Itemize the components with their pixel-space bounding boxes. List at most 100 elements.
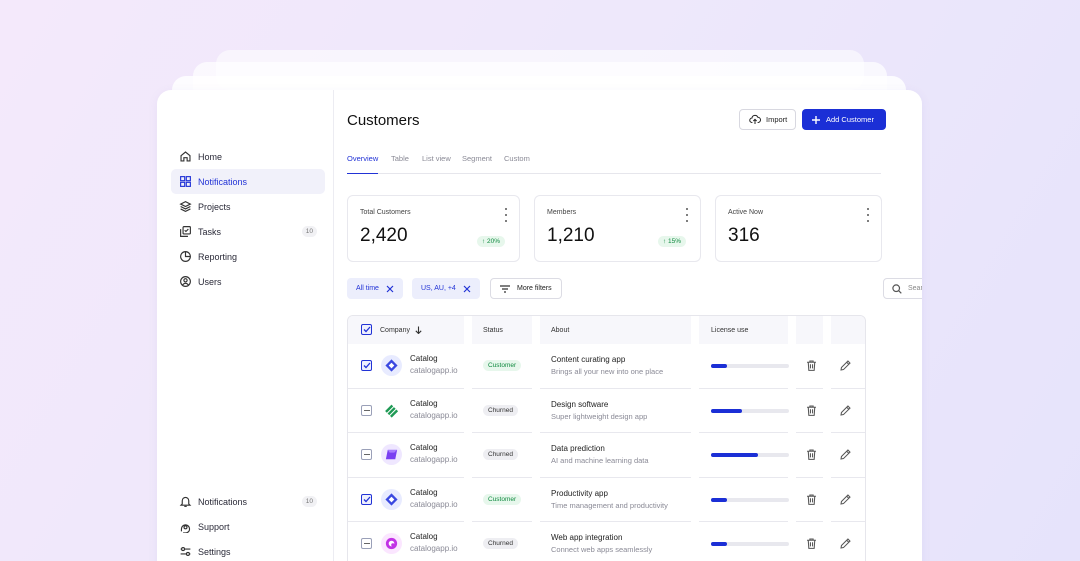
status-badge: Churned [483, 449, 518, 460]
filter-chip-label: US, AU, +4 [421, 285, 456, 292]
edit-pencil-icon[interactable] [839, 448, 853, 462]
more-filters-button[interactable]: More filters [490, 278, 562, 299]
main-content: Customers Import Add Customer Overview T… [347, 90, 922, 561]
import-label: Import [766, 115, 788, 124]
count-badge: 10 [301, 226, 317, 237]
trash-icon[interactable] [805, 404, 819, 418]
more-options-icon[interactable] [685, 208, 689, 222]
stat-label: Total Customers [360, 209, 411, 216]
stat-card-members: Members 1,210 ↑ 15% [534, 195, 701, 262]
sidebar-item-notifications[interactable]: Notifications [171, 169, 325, 194]
stat-label: Active Now [728, 209, 764, 216]
edit-pencil-icon[interactable] [839, 359, 853, 373]
tab-overview[interactable]: Overview [347, 154, 379, 174]
filter-chip-time[interactable]: All time [347, 278, 403, 299]
about-title: Design software [551, 399, 609, 409]
about-title: Content curating app [551, 355, 626, 364]
about-description: Super lightweight design app [551, 411, 648, 421]
company-name: Catalog [410, 443, 438, 452]
page-title: Customers [347, 112, 420, 129]
settings-icon [179, 545, 192, 558]
sidebar-item-settings[interactable]: Settings [171, 539, 325, 561]
about-title: Web app integration [551, 533, 623, 542]
about-description: Brings all your new into one place [551, 367, 664, 376]
stat-value: 1,210 [547, 225, 595, 246]
sidebar-item-label: Notifications [198, 176, 248, 187]
sidebar-item-users[interactable]: Users [171, 269, 325, 294]
stat-value: 2,420 [360, 225, 408, 246]
table-row[interactable]: Catalog catalogapp.io Churned Data predicti… [348, 433, 865, 478]
company-domain: catalogapp.io [410, 544, 458, 553]
stat-card-total-customers: Total Customers 2,420 ↑ 20% [347, 195, 520, 262]
select-all-checkbox[interactable] [361, 324, 372, 335]
search-icon [892, 283, 902, 294]
sidebar-item-notifications-bottom[interactable]: Notifications 10 [171, 489, 325, 514]
license-progress-bar [711, 453, 789, 457]
sidebar-item-reporting[interactable]: Reporting [171, 244, 325, 269]
sidebar-item-tasks[interactable]: Tasks 10 [171, 219, 325, 244]
import-button[interactable]: Import [739, 109, 796, 130]
company-name: Catalog [410, 487, 438, 497]
filter-lines-icon [500, 284, 510, 293]
tab-table[interactable]: Table [391, 154, 409, 174]
edit-pencil-icon[interactable] [839, 493, 853, 507]
arrow-down-icon [415, 326, 422, 334]
row-checkbox[interactable] [361, 404, 372, 416]
close-icon[interactable] [463, 285, 471, 293]
trash-icon[interactable] [805, 493, 819, 507]
trash-icon[interactable] [805, 537, 819, 551]
row-checkbox[interactable] [361, 493, 372, 505]
support-icon [179, 520, 192, 533]
customers-table: Company Status About License use Catalog… [347, 315, 866, 561]
sidebar-item-projects[interactable]: Projects [171, 194, 325, 219]
grid-icon [179, 175, 192, 188]
tab-list-view[interactable]: List view [422, 154, 451, 174]
search-box[interactable] [883, 278, 922, 299]
column-about[interactable]: About [551, 316, 569, 344]
edit-pencil-icon[interactable] [839, 404, 853, 418]
license-progress-bar [711, 497, 789, 502]
company-name: Catalog [410, 398, 438, 408]
pie-chart-icon [179, 250, 192, 263]
user-icon [179, 275, 192, 288]
row-checkbox[interactable] [361, 538, 372, 549]
search-input[interactable] [908, 285, 922, 292]
plus-icon [811, 115, 821, 125]
more-options-icon[interactable] [866, 208, 870, 222]
row-checkbox[interactable] [361, 360, 372, 371]
home-icon [179, 150, 192, 163]
change-badge: ↑ 20% [476, 236, 505, 247]
add-customer-label: Add Customer [826, 115, 874, 124]
close-icon[interactable] [386, 285, 394, 293]
sidebar-item-label: Home [198, 151, 223, 162]
count-badge: 10 [301, 496, 317, 507]
trash-icon[interactable] [805, 359, 819, 373]
license-progress-bar [711, 408, 789, 413]
column-company[interactable]: Company [380, 316, 422, 344]
sidebar-item-support[interactable]: Support [171, 514, 325, 539]
bell-icon [179, 495, 192, 508]
license-progress-bar [711, 364, 789, 368]
table-row[interactable]: Catalog catalogapp.io Churned Design softwa… [348, 389, 865, 433]
tab-segment[interactable]: Segment [462, 154, 492, 174]
filter-chip-region[interactable]: US, AU, +4 [412, 278, 480, 299]
company-domain: catalogapp.io [410, 455, 458, 464]
table-row[interactable]: Catalog catalogapp.io Customer Content cura… [348, 344, 865, 389]
add-customer-button[interactable]: Add Customer [802, 109, 886, 130]
column-license-use[interactable]: License use [711, 316, 748, 344]
table-row[interactable]: Catalog catalogapp.io Customer Productivity… [348, 478, 865, 522]
column-status[interactable]: Status [483, 316, 503, 344]
table-row[interactable]: Catalog catalogapp.io Churned Web app integ… [348, 522, 865, 561]
about-description: Time management and productivity [551, 500, 668, 510]
edit-pencil-icon[interactable] [839, 537, 853, 551]
more-options-icon[interactable] [504, 208, 508, 222]
status-badge: Customer [483, 360, 522, 371]
app-window: Home Notifications Projects Tasks 10 Rep… [157, 90, 922, 561]
tab-custom[interactable]: Custom [504, 154, 530, 174]
filter-chip-label: All time [356, 285, 379, 292]
sidebar: Home Notifications Projects Tasks 10 Rep… [157, 90, 334, 561]
company-name: Catalog [410, 532, 438, 541]
row-checkbox[interactable] [361, 449, 372, 460]
sidebar-item-home[interactable]: Home [171, 144, 325, 169]
trash-icon[interactable] [805, 448, 819, 462]
